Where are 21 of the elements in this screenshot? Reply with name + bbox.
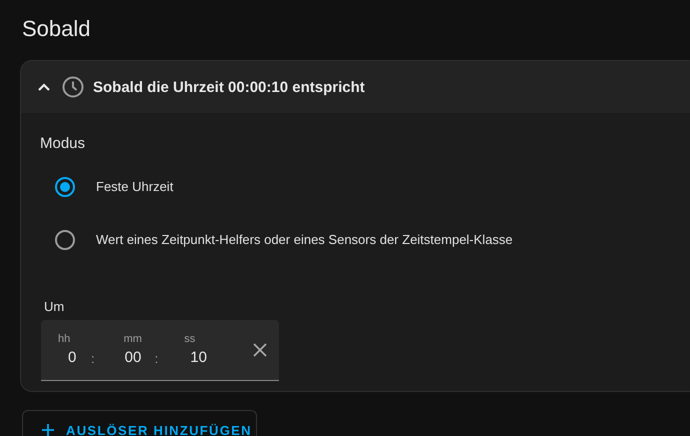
time-value: 0 — [68, 349, 76, 367]
time-unit-label: mm — [124, 333, 142, 346]
page-title: Sobald — [21, 15, 92, 43]
add-trigger-button[interactable]: AUSLÖSER HINZUFÜGEN — [22, 410, 257, 436]
time-unit-label: ss — [184, 333, 196, 346]
time-field[interactable]: hh 0 : mm 00 : ss 10 — [41, 320, 279, 381]
time-unit-label: hh — [58, 333, 70, 346]
radio-button[interactable] — [55, 176, 75, 196]
plus-icon — [42, 424, 54, 436]
option-label: Feste Uhrzeit — [96, 179, 174, 194]
radio-button[interactable] — [55, 230, 75, 250]
time-value: 00 — [124, 349, 142, 367]
clock-icon — [62, 76, 84, 98]
time-value: 10 — [190, 349, 207, 367]
time-separator: : — [91, 351, 95, 366]
time-separator: : — [154, 351, 158, 366]
trigger-title: Sobald die Uhrzeit 00:00:10 entspricht — [93, 78, 365, 96]
mode-label: Modus — [40, 135, 86, 152]
option-label: Wert eines Zeitpunkt-Helfers oder eines Sensors der Zeitstempel-Klasse — [96, 232, 513, 247]
clear-icon[interactable] — [252, 342, 268, 358]
time-label: Um — [44, 299, 66, 314]
